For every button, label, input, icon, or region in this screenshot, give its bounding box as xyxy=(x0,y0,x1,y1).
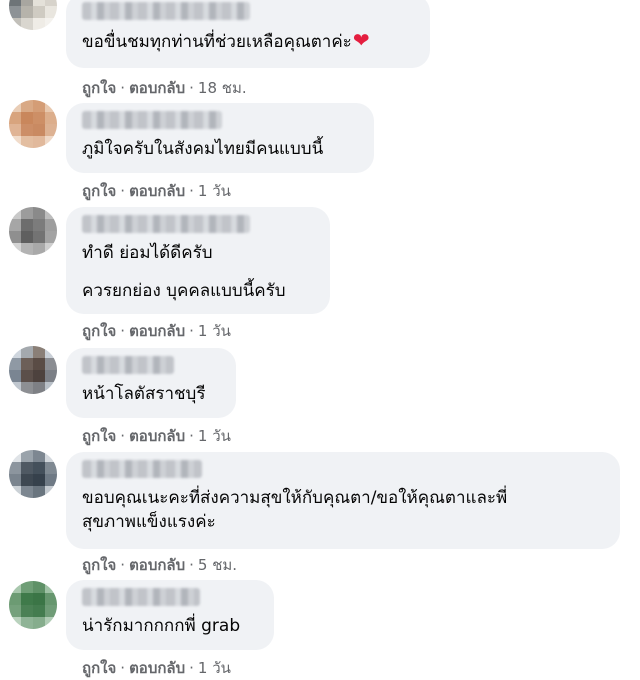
red-heart-icon: ❤ xyxy=(352,28,370,52)
comment-timestamp[interactable]: 18 ชม. xyxy=(198,79,247,97)
separator: · xyxy=(189,427,194,445)
commenter-avatar[interactable] xyxy=(9,450,57,498)
comment-actions: ถูกใจ · ตอบกลับ · 1 วัน xyxy=(82,179,231,203)
commenter-name-blurred[interactable] xyxy=(82,356,174,374)
comment-actions: ถูกใจ · ตอบกลับ · 1 วัน xyxy=(82,424,231,448)
comment-bubble: น่ารักมากกกกพี่ grab xyxy=(66,580,274,650)
separator: · xyxy=(189,182,194,200)
comment-actions: ถูกใจ · ตอบกลับ · 18 ชม. xyxy=(82,76,247,100)
like-link[interactable]: ถูกใจ xyxy=(82,322,116,340)
comment-timestamp[interactable]: 5 ชม. xyxy=(198,556,237,574)
reply-link[interactable]: ตอบกลับ xyxy=(129,556,185,574)
separator: · xyxy=(189,79,194,97)
commenter-name-blurred[interactable] xyxy=(82,111,222,129)
commenter-avatar[interactable] xyxy=(9,100,57,148)
separator: · xyxy=(189,556,194,574)
separator: · xyxy=(120,659,126,677)
separator: · xyxy=(189,322,194,340)
comment-actions: ถูกใจ · ตอบกลับ · 1 วัน xyxy=(82,319,231,343)
comment-bubble: หน้าโลตัสราชบุรี xyxy=(66,348,236,418)
comment-text: ขอขื่นชมทุกท่านที่ช่วยเหลือคุณตาค่ะ❤ xyxy=(82,28,370,52)
like-link[interactable]: ถูกใจ xyxy=(82,427,116,445)
comment-actions: ถูกใจ · ตอบกลับ · 5 ชม. xyxy=(82,553,237,577)
comment-text: น่ารักมากกกกพี่ grab xyxy=(82,616,241,636)
reply-link[interactable]: ตอบกลับ xyxy=(129,427,185,445)
comment-text-line-2: ควรยกย่อง บุคคลแบบนี้ครับ xyxy=(82,281,286,301)
separator: · xyxy=(120,427,126,445)
comment-text-line-1: ขอบคุณเนะคะที่ส่งความสุขให้กับคุณตา/ขอให… xyxy=(82,488,508,508)
reply-link[interactable]: ตอบกลับ xyxy=(129,182,185,200)
comment-timestamp[interactable]: 1 วัน xyxy=(198,659,231,677)
commenter-avatar[interactable] xyxy=(9,0,57,30)
comment-timestamp[interactable]: 1 วัน xyxy=(198,427,231,445)
comment-text: ภูมิใจครับในสังคมไทยมีคนแบบนี้ xyxy=(82,139,324,159)
like-link[interactable]: ถูกใจ xyxy=(82,659,116,677)
comment-bubble: ขอบคุณเนะคะที่ส่งความสุขให้กับคุณตา/ขอให… xyxy=(66,452,620,549)
like-link[interactable]: ถูกใจ xyxy=(82,182,116,200)
commenter-name-blurred[interactable] xyxy=(82,588,200,606)
comment-bubble: ภูมิใจครับในสังคมไทยมีคนแบบนี้ xyxy=(66,103,374,173)
comment-text-line-2: สุขภาพแข็งแรงค่ะ xyxy=(82,512,216,532)
reply-link[interactable]: ตอบกลับ xyxy=(129,79,185,97)
comment-text: หน้าโลตัสราชบุรี xyxy=(82,384,206,404)
comment-text-line-1: ทำดี ย่อมได้ดีครับ xyxy=(82,243,213,263)
commenter-avatar[interactable] xyxy=(9,346,57,394)
comment-actions: ถูกใจ · ตอบกลับ · 1 วัน xyxy=(82,656,231,680)
separator: · xyxy=(120,182,126,200)
commenter-name-blurred[interactable] xyxy=(82,460,202,478)
commenter-avatar[interactable] xyxy=(9,581,57,629)
comment-bubble: ขอขื่นชมทุกท่านที่ช่วยเหลือคุณตาค่ะ❤ xyxy=(66,0,430,68)
separator: · xyxy=(189,659,194,677)
commenter-name-blurred[interactable] xyxy=(82,2,250,20)
comment-timestamp[interactable]: 1 วัน xyxy=(198,182,231,200)
commenter-name-blurred[interactable] xyxy=(82,215,250,233)
reply-link[interactable]: ตอบกลับ xyxy=(129,659,185,677)
commenter-avatar[interactable] xyxy=(9,207,57,255)
reply-link[interactable]: ตอบกลับ xyxy=(129,322,185,340)
comment-timestamp[interactable]: 1 วัน xyxy=(198,322,231,340)
comment-bubble: ทำดี ย่อมได้ดีครับ ควรยกย่อง บุคคลแบบนี้… xyxy=(66,207,330,314)
like-link[interactable]: ถูกใจ xyxy=(82,79,116,97)
separator: · xyxy=(120,79,126,97)
like-link[interactable]: ถูกใจ xyxy=(82,556,116,574)
separator: · xyxy=(120,556,126,574)
separator: · xyxy=(120,322,126,340)
